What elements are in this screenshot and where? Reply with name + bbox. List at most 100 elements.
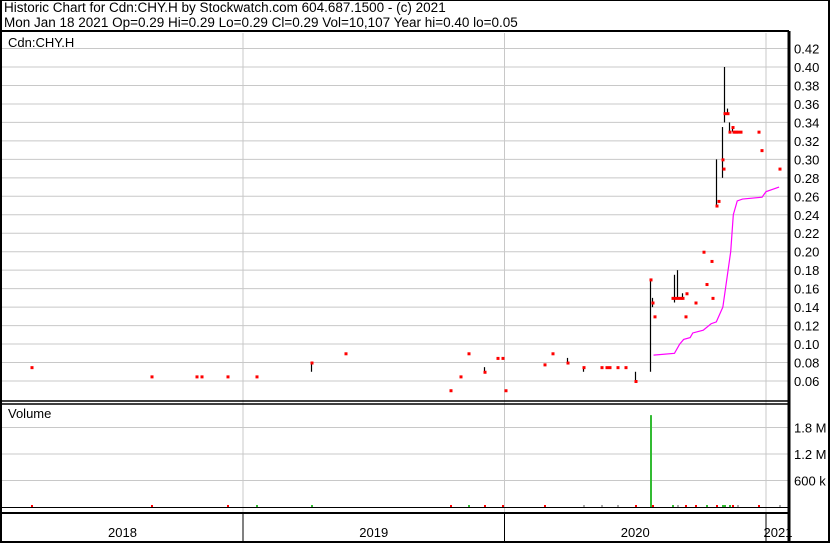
close-marker: [200, 375, 204, 379]
close-marker: [255, 375, 259, 379]
volume-tick-label: 1.2 M: [794, 447, 827, 462]
volume-bar: [677, 505, 679, 507]
close-marker: [760, 149, 764, 153]
volume-bar: [502, 505, 504, 507]
price-tick-label: 0.10: [794, 337, 819, 352]
price-tick-label: 0.14: [794, 300, 819, 315]
close-marker: [681, 296, 685, 300]
close-marker: [673, 296, 677, 300]
volume-bar: [468, 505, 470, 507]
symbol-label: Cdn:CHY.H: [8, 35, 74, 50]
price-tick-label: 0.20: [794, 245, 819, 260]
volume-bar: [583, 505, 585, 507]
close-marker: [467, 352, 471, 356]
price-tick-label: 0.32: [794, 134, 819, 149]
volume-bar: [311, 505, 313, 507]
price-tick-label: 0.16: [794, 282, 819, 297]
price-tick-label: 0.28: [794, 171, 819, 186]
price-tick-label: 0.06: [794, 374, 819, 389]
close-marker: [676, 296, 680, 300]
close-marker: [459, 375, 463, 379]
close-marker: [310, 361, 314, 365]
volume-bar: [724, 505, 726, 507]
close-marker: [710, 259, 714, 263]
close-marker: [226, 375, 230, 379]
price-tick-label: 0.36: [794, 97, 819, 112]
close-marker: [449, 389, 453, 393]
moving-average-line: [653, 186, 780, 356]
volume-bar: [601, 505, 603, 507]
volume-bar: [706, 505, 708, 507]
year-label: 2018: [108, 525, 137, 540]
price-tick-label: 0.18: [794, 263, 819, 278]
close-marker: [501, 356, 505, 360]
close-marker: [778, 167, 782, 171]
volume-bar: [256, 505, 258, 507]
volume-bar: [729, 505, 731, 507]
year-label: 2019: [359, 525, 388, 540]
volume-bar: [227, 505, 229, 507]
close-marker: [711, 296, 715, 300]
volume-bar: [31, 505, 33, 507]
volume-bar: [635, 505, 637, 507]
close-marker: [649, 278, 653, 282]
close-marker: [721, 158, 725, 162]
chart-canvas: 0.06 0.08 0.10 0.12 0.14 0.16 0.18 0.20 0.22 0.24…: [0, 0, 830, 543]
close-marker: [605, 366, 609, 370]
price-tick-label: 0.38: [794, 78, 819, 93]
volume-bar: [695, 505, 697, 507]
close-marker: [344, 352, 348, 356]
price-tick-label: 0.34: [794, 115, 819, 130]
close-marker: [731, 126, 735, 130]
price-tick-label: 0.22: [794, 226, 819, 241]
close-marker: [651, 301, 655, 305]
close-marker: [551, 352, 555, 356]
close-marker: [653, 315, 657, 319]
price-tick-label: 0.40: [794, 60, 819, 75]
close-marker: [634, 380, 638, 383]
volume-bar: [650, 415, 652, 507]
volume-label: Volume: [8, 406, 51, 421]
price-tick-label: 0.12: [794, 319, 819, 334]
price-tick-label: 0.24: [794, 208, 819, 223]
close-marker: [694, 301, 698, 305]
close-marker: [739, 130, 743, 134]
price-tick-label: 0.30: [794, 152, 819, 167]
close-marker: [582, 366, 586, 370]
volume-bar: [672, 505, 674, 507]
close-marker: [717, 199, 721, 203]
volume-bar: [779, 505, 781, 507]
close-marker: [684, 315, 688, 319]
volume-tick-label: 1.8 M: [794, 421, 827, 436]
close-marker: [736, 130, 740, 134]
price-tick-label: 0.26: [794, 189, 819, 204]
close-marker: [685, 292, 689, 296]
close-marker: [30, 366, 34, 370]
volume-tick-label: 600 k: [794, 474, 826, 489]
close-marker: [504, 389, 508, 393]
volume-bar: [685, 505, 687, 507]
close-marker: [616, 366, 620, 370]
close-marker: [150, 375, 154, 379]
volume-bar: [450, 505, 452, 507]
volume-bar: [722, 505, 724, 507]
close-marker: [728, 130, 732, 134]
close-marker: [705, 283, 709, 287]
close-marker: [715, 204, 719, 208]
close-marker: [483, 370, 487, 374]
volume-bar: [544, 505, 546, 507]
volume-bar: [484, 505, 486, 507]
close-marker: [722, 167, 726, 171]
close-marker: [496, 356, 500, 360]
volume-bar: [652, 505, 654, 507]
volume-bar: [617, 505, 619, 507]
close-marker: [543, 363, 547, 367]
close-marker: [566, 361, 570, 365]
close-marker: [608, 366, 612, 370]
volume-bar: [758, 505, 760, 507]
close-marker: [723, 112, 727, 116]
volume-bar: [737, 505, 739, 507]
close-marker: [702, 250, 706, 254]
year-label: 2020: [621, 525, 650, 540]
close-marker: [600, 366, 604, 370]
